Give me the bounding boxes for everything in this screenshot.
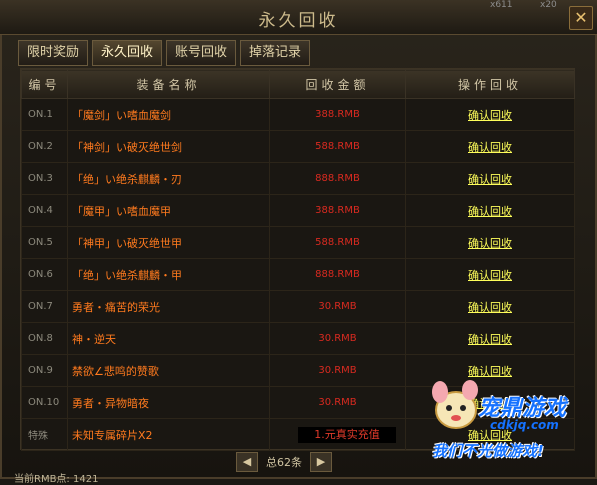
row-number: ON.3 — [21, 162, 68, 195]
chevron-left-icon: ◀ — [242, 455, 252, 468]
recycle-amount: 1.元真实充值 — [269, 418, 406, 451]
action-cell: 确认回收 — [405, 162, 575, 195]
rmb-points: 当前RMB点: 1421 — [14, 474, 99, 485]
prev-page-button[interactable]: ◀ — [236, 452, 258, 472]
action-cell: 确认回收 — [405, 98, 575, 131]
item-name: 「神甲」い破灭绝世甲 — [67, 226, 270, 259]
chevron-right-icon: ▶ — [316, 455, 326, 468]
item-name: 「绝」い绝杀麒麟・刃 — [67, 162, 270, 195]
tab-permanent-recycle[interactable]: 永久回收 — [92, 40, 163, 66]
recycle-amount: 30.RMB — [269, 290, 406, 323]
item-name: 「神剑」い破灭绝世剑 — [67, 130, 270, 163]
table-row: ON.3 「绝」い绝杀麒麟・刃 888.RMB 确认回收 — [21, 162, 575, 195]
header-number: 编号 — [21, 69, 68, 99]
recycle-amount: 30.RMB — [269, 386, 406, 419]
next-page-button[interactable]: ▶ — [310, 452, 332, 472]
confirm-recycle-link[interactable]: 确认回收 — [468, 301, 512, 314]
tab-account-recycle[interactable]: 账号回收 — [166, 40, 237, 66]
confirm-recycle-link[interactable]: 确认回收 — [468, 173, 512, 186]
action-cell: 确认回收 — [405, 322, 575, 355]
recycle-amount: 588.RMB — [269, 130, 406, 163]
table-row: ON.5 「神甲」い破灭绝世甲 588.RMB 确认回收 — [21, 226, 575, 259]
action-cell: 确认回收 — [405, 130, 575, 163]
action-cell: 确认回收 — [405, 226, 575, 259]
row-number: ON.5 — [21, 226, 68, 259]
table-row: ON.7 勇者・痛苦的荣光 30.RMB 确认回收 — [21, 290, 575, 323]
confirm-recycle-link[interactable]: 确认回收 — [468, 205, 512, 218]
action-cell: 确认回收 — [405, 194, 575, 227]
row-number: 特殊 — [21, 418, 68, 451]
row-number: ON.4 — [21, 194, 68, 227]
mascot-icon — [432, 380, 478, 429]
recycle-amount: 30.RMB — [269, 322, 406, 355]
tab-drop-record[interactable]: 掉落记录 — [240, 40, 311, 66]
row-number: ON.8 — [21, 322, 68, 355]
table-row: ON.8 神・逆天 30.RMB 确认回收 — [21, 322, 575, 355]
recycle-amount: 888.RMB — [269, 162, 406, 195]
confirm-recycle-link[interactable]: 确认回收 — [468, 269, 512, 282]
recycle-amount: 888.RMB — [269, 258, 406, 291]
confirm-recycle-link[interactable]: 确认回收 — [468, 109, 512, 122]
row-number: ON.2 — [21, 130, 68, 163]
item-name: 未知专属碎片X2 — [67, 418, 270, 451]
table-row: ON.2 「神剑」い破灭绝世剑 588.RMB 确认回收 — [21, 130, 575, 163]
item-name: 勇者・痛苦的荣光 — [67, 290, 270, 323]
row-number: ON.9 — [21, 354, 68, 387]
recharge-badge: 1.元真实充值 — [298, 426, 396, 443]
row-number: ON.7 — [21, 290, 68, 323]
item-name: 神・逆天 — [67, 322, 270, 355]
action-cell: 确认回收 — [405, 258, 575, 291]
recycle-amount: 388.RMB — [269, 98, 406, 131]
header-action: 操作回收 — [405, 69, 575, 99]
watermark-logo: 宠鼎游戏 cdkjq.com 我们不光做游戏! — [430, 380, 594, 460]
recycle-amount: 588.RMB — [269, 226, 406, 259]
confirm-recycle-link[interactable]: 确认回收 — [468, 333, 512, 346]
close-button[interactable]: ✕ — [569, 6, 593, 30]
header-amount: 回收金额 — [269, 69, 406, 99]
table-row: ON.6 「绝」い绝杀麒麟・甲 888.RMB 确认回收 — [21, 258, 575, 291]
pagination: ◀ 总62条 ▶ — [236, 452, 332, 472]
confirm-recycle-link[interactable]: 确认回收 — [468, 141, 512, 154]
table-header-row: 编号 装备名称 回收金额 操作回收 — [21, 69, 575, 99]
item-name: 勇者・异物暗夜 — [67, 386, 270, 419]
total-count: 总62条 — [266, 456, 302, 469]
close-icon: ✕ — [574, 8, 588, 27]
header-item-name: 装备名称 — [67, 69, 270, 99]
item-name: 「魔甲」い嗜血魔甲 — [67, 194, 270, 227]
title-bar: x611 x20 永久回收 ✕ — [0, 0, 597, 35]
row-number: ON.6 — [21, 258, 68, 291]
tab-limited-reward[interactable]: 限时奖励 — [18, 40, 89, 66]
item-name: 禁欲∠悲鸣的赞歌 — [67, 354, 270, 387]
watermark-slogan: 我们不光做游戏! — [432, 442, 544, 460]
confirm-recycle-link[interactable]: 确认回收 — [468, 365, 512, 378]
item-name: 「魔剑」い嗜血魔剑 — [67, 98, 270, 131]
watermark-url: cdkjq.com — [490, 418, 559, 432]
item-name: 「绝」い绝杀麒麟・甲 — [67, 258, 270, 291]
confirm-recycle-link[interactable]: 确认回收 — [468, 237, 512, 250]
recycle-amount: 388.RMB — [269, 194, 406, 227]
table-row: ON.1 「魔剑」い嗜血魔剑 388.RMB 确认回收 — [21, 98, 575, 131]
dialog-title: 永久回收 — [258, 11, 339, 31]
row-number: ON.1 — [21, 98, 68, 131]
row-number: ON.10 — [21, 386, 68, 419]
tab-bar: 限时奖励 永久回收 账号回收 掉落记录 — [18, 40, 311, 66]
recycle-amount: 30.RMB — [269, 354, 406, 387]
table-row: ON.4 「魔甲」い嗜血魔甲 388.RMB 确认回收 — [21, 194, 575, 227]
action-cell: 确认回收 — [405, 290, 575, 323]
